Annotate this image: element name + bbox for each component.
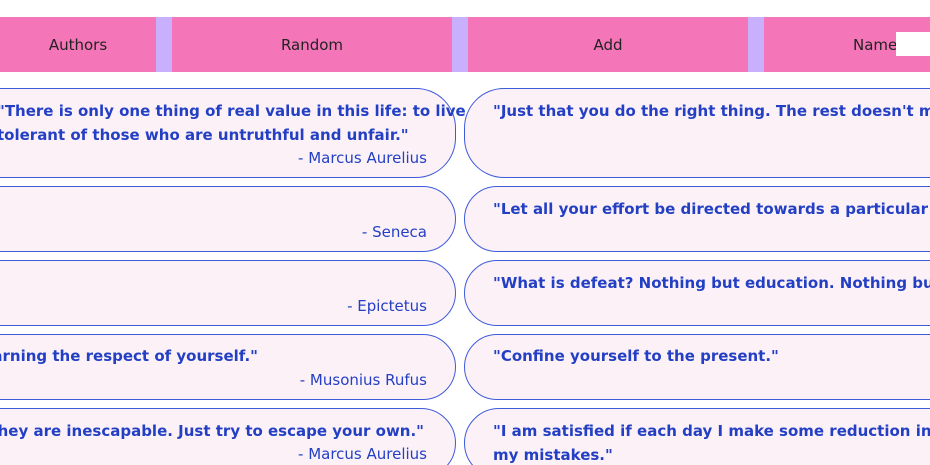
- tab-add[interactable]: Add: [468, 17, 748, 72]
- quote-card[interactable]: "Don't try to escape your faults. They a…: [0, 408, 456, 465]
- quote-card[interactable]: "Just that you do the right thing. The r…: [464, 88, 930, 178]
- quote-text: "Don't try to escape your faults. They a…: [0, 419, 427, 443]
- tab-add-label: Add: [593, 35, 623, 54]
- quote-author: - Marcus Aurelius: [298, 445, 427, 463]
- quote-card[interactable]: - Epictetus: [0, 260, 456, 326]
- quote-line: "Don't try to escape your faults. They a…: [0, 422, 424, 440]
- quote-author: - Epictetus: [347, 297, 427, 315]
- quote-line: "Confine yourself to the present.": [493, 347, 779, 365]
- tab-random-label: Random: [280, 35, 344, 54]
- quote-author: - Seneca: [361, 223, 427, 241]
- quote-card[interactable]: - Seneca: [0, 186, 456, 252]
- app-root: Authors Random Add Name "There is only o…: [0, 0, 930, 465]
- quote-text: "What is defeat? Nothing but education. …: [493, 271, 930, 295]
- tab-random[interactable]: Random: [172, 17, 452, 72]
- quote-card[interactable]: "There is only one thing of real value i…: [0, 88, 783, 178]
- quote-line: "Just that you do the right thing. The r…: [493, 102, 930, 120]
- quote-line: "I am satisfied if each day I make some …: [493, 422, 930, 440]
- quote-card[interactable]: "What is defeat? Nothing but education. …: [464, 260, 930, 326]
- quote-line: "If you want to be respected, begin by e…: [0, 347, 258, 365]
- quote-card[interactable]: "I am satisfied if each day I make some …: [464, 408, 930, 465]
- tab-authors-label: Authors: [48, 35, 108, 54]
- quote-text: "Confine yourself to the present.": [493, 344, 779, 368]
- quote-line: "What is defeat? Nothing but education. …: [493, 274, 930, 292]
- tab-name-label: Name: [853, 35, 898, 54]
- name-input[interactable]: [896, 32, 930, 56]
- quote-author: - Musonius Rufus: [299, 371, 427, 389]
- quote-line: my mistakes.": [493, 446, 613, 464]
- quote-text: "Just that you do the right thing. The r…: [493, 99, 930, 123]
- quote-author: - Marcus Aurelius: [298, 149, 427, 167]
- quote-card[interactable]: "If you want to be respected, begin by e…: [0, 334, 456, 400]
- tab-authors[interactable]: Authors: [0, 17, 156, 72]
- quote-line: "Let all your effort be directed towards…: [493, 200, 930, 218]
- quote-card[interactable]: "Let all your effort be directed towards…: [464, 186, 930, 252]
- quote-text: "I am satisfied if each day I make some …: [493, 419, 930, 465]
- quote-text: "Let all your effort be directed towards…: [493, 197, 930, 221]
- quote-text: "If you want to be respected, begin by e…: [0, 344, 427, 368]
- quote-card[interactable]: "Confine yourself to the present.": [464, 334, 930, 400]
- top-navbar: Authors Random Add Name: [0, 17, 930, 72]
